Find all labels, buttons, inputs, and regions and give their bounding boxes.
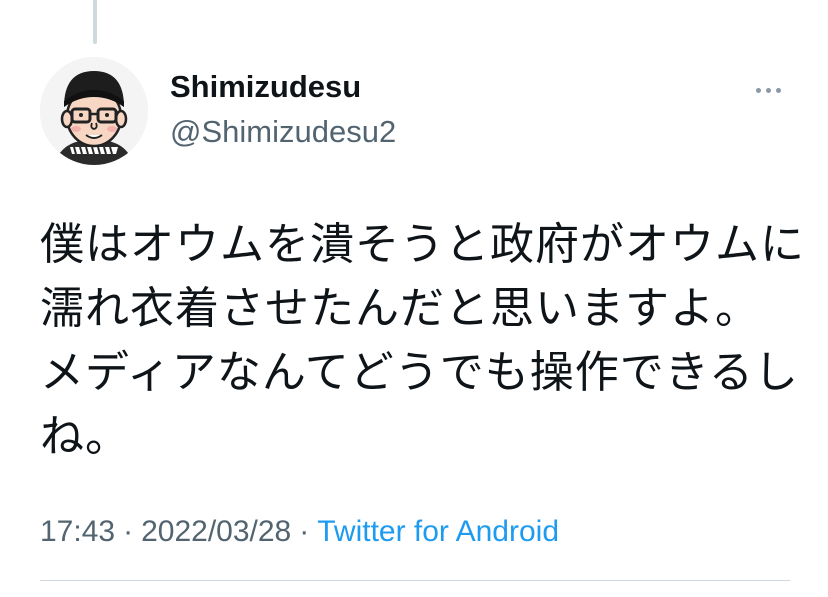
user-handle[interactable]: @Shimizudesu2 <box>170 113 396 151</box>
tweet-text: 僕はオウムを潰そうと政府がオウムに 濡れ衣着させたんだと思いますよ。 メディアな… <box>40 213 810 469</box>
more-dot <box>765 87 771 93</box>
more-options-icon[interactable] <box>746 78 790 102</box>
divider <box>40 580 790 581</box>
avatar-image <box>40 57 148 165</box>
meta-separator: · <box>299 515 310 548</box>
tweet-date[interactable]: 2022/03/28 <box>141 515 291 548</box>
tweet-text-line: 僕はオウムを潰そうと政府がオウムに <box>40 219 805 270</box>
tweet-source-link[interactable]: Twitter for Android <box>317 515 559 548</box>
avatar[interactable] <box>40 57 148 165</box>
more-dot <box>755 87 761 93</box>
tweet-time[interactable]: 17:43 <box>40 515 115 548</box>
tweet-text-line: ね。 <box>40 411 130 462</box>
meta-separator: · <box>123 515 134 548</box>
thread-connector-line <box>93 0 97 44</box>
tweet-text-line: メディアなんてどうでも操作できるし <box>40 347 799 398</box>
display-name[interactable]: Shimizudesu <box>170 68 361 106</box>
more-dot <box>775 87 781 93</box>
tweet-metadata: 17:43 · 2022/03/28 · Twitter for Android <box>40 512 559 552</box>
tweet-text-line: 濡れ衣着させたんだと思いますよ。 <box>40 283 760 334</box>
